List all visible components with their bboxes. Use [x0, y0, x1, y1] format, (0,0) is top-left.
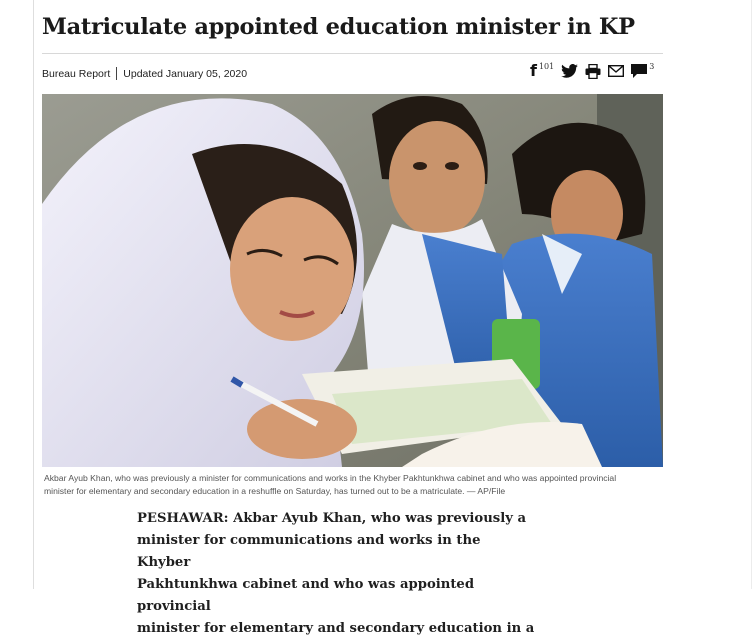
article-line: PESHAWAR: Akbar Ayub Khan, who was previ… — [137, 511, 527, 526]
article-line: Pakhtunkhwa cabinet and who was appointe… — [137, 577, 475, 614]
headline-divider — [42, 53, 663, 54]
print-icon[interactable] — [585, 63, 601, 79]
photo-caption: Akbar Ayub Khan, who was previously a mi… — [44, 473, 617, 496]
article-body: PESHAWAR: Akbar Ayub Khan, who was previ… — [137, 508, 537, 640]
author-name[interactable]: Bureau Report — [42, 68, 110, 80]
facebook-share-count: 101 — [538, 61, 555, 71]
byline-separator — [116, 67, 118, 80]
updated-date: Updated January 05, 2020 — [123, 67, 248, 80]
comment-icon[interactable] — [631, 64, 648, 78]
article-photo — [42, 94, 663, 467]
twitter-icon[interactable] — [561, 64, 579, 78]
article-line: minister for elementary and secondary ed… — [137, 621, 535, 636]
article-line: minister for communications and works in… — [137, 533, 481, 570]
facebook-icon[interactable]: f — [530, 63, 537, 79]
byline: Bureau Report Updated January 05, 2020 — [42, 67, 247, 80]
comment-count: 3 — [649, 61, 655, 71]
share-bar: f 101 3 — [530, 62, 654, 80]
email-icon[interactable] — [608, 65, 625, 77]
page-right-border — [751, 0, 752, 589]
article-headline: Matriculate appointed education minister… — [42, 14, 635, 40]
students-writing-photo — [42, 94, 663, 467]
page-left-border — [33, 0, 34, 589]
